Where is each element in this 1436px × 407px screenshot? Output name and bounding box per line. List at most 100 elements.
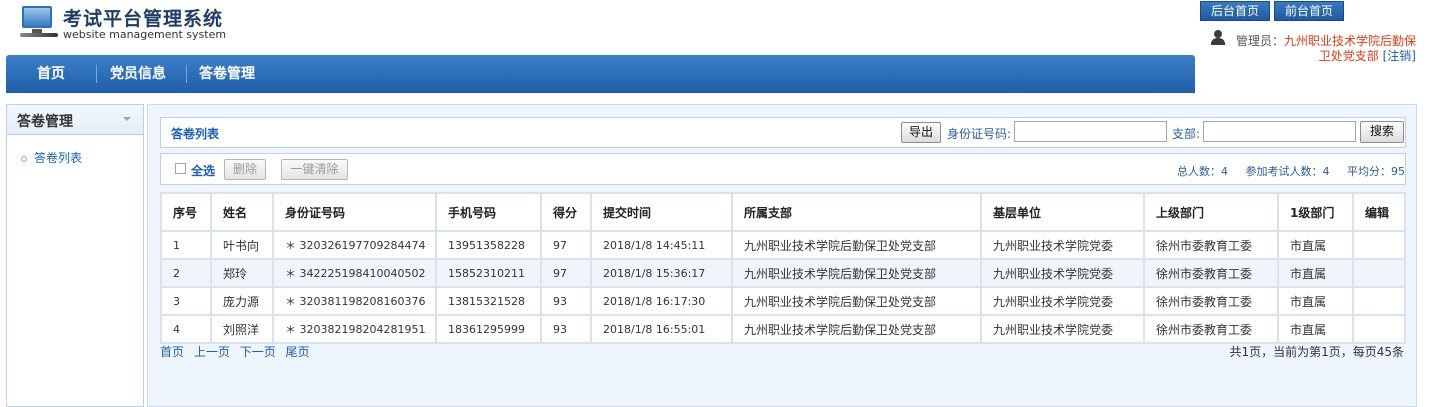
cell-superior-dept: 徐州市委教育工委 — [1143, 286, 1279, 316]
column-header[interactable]: 姓名 — [210, 192, 274, 232]
chevron-down-icon[interactable] — [123, 117, 131, 121]
id-number-label: 身份证号码: — [947, 127, 1012, 141]
nav-divider — [186, 65, 187, 83]
column-header[interactable]: 身份证号码 — [272, 192, 437, 232]
participant-count: 参加考试人数：4 — [1245, 165, 1330, 178]
user-role-label: 管理员： — [1236, 34, 1285, 48]
panel-title: 答卷列表 — [171, 127, 220, 141]
cell-id-number: ＊ 320381198208160376 — [272, 286, 437, 316]
front-home-button[interactable]: 前台首页 — [1274, 1, 1344, 21]
cell-name: 庞力源 — [210, 286, 274, 316]
cell-unit: 九州职业技术学院党委 — [980, 314, 1145, 344]
cell-index: 1 — [160, 230, 212, 260]
branch-label: 支部: — [1172, 127, 1201, 141]
cell-branch: 九州职业技术学院后勤保卫处党支部 — [731, 286, 982, 316]
table-row[interactable]: 4 刘照洋 ＊ 320382198204281951 18361295999 9… — [160, 314, 1406, 344]
table-row[interactable]: 2 郑玲 ＊ 342225198410040502 15852310211 97… — [160, 258, 1406, 288]
cell-id-number: ＊ 320326197709284474 — [272, 230, 437, 260]
search-bar: 答卷列表 导出 身份证号码: 支部: 搜索 — [160, 117, 1406, 148]
first-page-link[interactable]: 首页 — [160, 345, 184, 359]
column-header[interactable]: 提交时间 — [590, 192, 733, 232]
clear-all-button[interactable]: 一键清除 — [281, 159, 348, 180]
column-header[interactable]: 得分 — [540, 192, 592, 232]
cell-submit-time: 2018/1/8 16:17:30 — [590, 286, 733, 316]
column-header[interactable]: 1级部门 — [1277, 192, 1354, 232]
cell-edit[interactable] — [1352, 314, 1406, 344]
column-header[interactable]: 编辑 — [1352, 192, 1406, 232]
answers-table: 序号 姓名 身份证号码 手机号码 得分 提交时间 所属支部 基层单位 上级部门 … — [160, 192, 1406, 344]
cell-edit[interactable] — [1352, 230, 1406, 260]
cell-superior-dept: 徐州市委教育工委 — [1143, 314, 1279, 344]
cell-phone: 13951358228 — [435, 230, 542, 260]
cell-edit[interactable] — [1352, 286, 1406, 316]
user-icon — [1210, 30, 1226, 46]
cell-submit-time: 2018/1/8 16:55:01 — [590, 314, 733, 344]
sidebar-title: 答卷管理 — [17, 114, 73, 130]
select-all-checkbox[interactable] — [175, 163, 186, 174]
cell-id-number: ＊ 320382198204281951 — [272, 314, 437, 344]
pagination: 首页 上一页 下一页 尾页 — [160, 343, 316, 360]
last-page-link[interactable]: 尾页 — [286, 345, 310, 359]
cell-level1-dept: 市直属 — [1277, 286, 1354, 316]
main-nav: 首页 党员信息 答卷管理 — [6, 55, 1195, 93]
delete-button[interactable]: 删除 — [224, 159, 266, 180]
nav-item-member-info[interactable]: 党员信息 — [110, 55, 166, 93]
user-dept-line1: 九州职业技术学院后勤保 — [1284, 34, 1417, 48]
table-row[interactable]: 3 庞力源 ＊ 320381198208160376 13815321528 9… — [160, 286, 1406, 316]
cell-name: 刘照洋 — [210, 314, 274, 344]
table-row[interactable]: 1 叶书向 ＊ 320326197709284474 13951358228 9… — [160, 230, 1406, 260]
page-edge — [1422, 104, 1436, 407]
logout-link[interactable]: [注销] — [1383, 49, 1416, 63]
cell-score: 97 — [540, 230, 592, 260]
search-button[interactable]: 搜索 — [1360, 121, 1404, 143]
cell-superior-dept: 徐州市委教育工委 — [1143, 258, 1279, 288]
column-header[interactable]: 上级部门 — [1143, 192, 1279, 232]
cell-score: 93 — [540, 286, 592, 316]
id-number-input[interactable] — [1014, 121, 1167, 142]
column-header[interactable]: 序号 — [160, 192, 212, 232]
back-home-button[interactable]: 后台首页 — [1200, 1, 1270, 21]
cell-submit-time: 2018/1/8 14:45:11 — [590, 230, 733, 260]
nav-item-home[interactable]: 首页 — [37, 55, 65, 93]
action-bar: 全选 删除 一键清除 总人数：4 参加考试人数：4 平均分：95 — [160, 153, 1406, 185]
cell-submit-time: 2018/1/8 15:36:17 — [590, 258, 733, 288]
cell-phone: 13815321528 — [435, 286, 542, 316]
cell-phone: 18361295999 — [435, 314, 542, 344]
cell-index: 3 — [160, 286, 212, 316]
cell-level1-dept: 市直属 — [1277, 314, 1354, 344]
export-button[interactable]: 导出 — [901, 122, 941, 143]
summary-stats: 总人数：4 参加考试人数：4 平均分：95 — [1163, 163, 1405, 179]
next-page-link[interactable]: 下一页 — [240, 345, 276, 359]
branch-input[interactable] — [1203, 121, 1356, 142]
monitor-logo-icon — [20, 4, 60, 38]
cell-unit: 九州职业技术学院党委 — [980, 258, 1145, 288]
column-header[interactable]: 所属支部 — [731, 192, 982, 232]
nav-item-answer-management[interactable]: 答卷管理 — [199, 55, 255, 93]
user-dept-line2: 卫处党支部 — [1318, 49, 1379, 63]
cell-index: 4 — [160, 314, 212, 344]
cell-edit[interactable] — [1352, 258, 1406, 288]
average-score: 平均分：95 — [1347, 165, 1405, 178]
select-all-label[interactable]: 全选 — [191, 162, 215, 179]
cell-score: 93 — [540, 314, 592, 344]
cell-level1-dept: 市直属 — [1277, 258, 1354, 288]
prev-page-link[interactable]: 上一页 — [194, 345, 230, 359]
page-info: 共1页，当前为第1页，每页45条 — [1229, 345, 1404, 359]
bullet-icon — [21, 155, 27, 162]
column-header[interactable]: 手机号码 — [435, 192, 542, 232]
main-content: 答卷列表 导出 身份证号码: 支部: 搜索 全选 删除 一键清除 总人数：4 参… — [147, 104, 1417, 407]
cell-branch: 九州职业技术学院后勤保卫处党支部 — [731, 258, 982, 288]
cell-name: 郑玲 — [210, 258, 274, 288]
cell-index: 2 — [160, 258, 212, 288]
cell-unit: 九州职业技术学院党委 — [980, 230, 1145, 260]
cell-unit: 九州职业技术学院党委 — [980, 286, 1145, 316]
cell-id-number: ＊ 342225198410040502 — [272, 258, 437, 288]
sidebar-header[interactable]: 答卷管理 — [7, 105, 143, 135]
cell-branch: 九州职业技术学院后勤保卫处党支部 — [731, 230, 982, 260]
cell-level1-dept: 市直属 — [1277, 230, 1354, 260]
page-header: 考试平台管理系统 website management system 后台首页 … — [0, 0, 1436, 104]
cell-superior-dept: 徐州市委教育工委 — [1143, 230, 1279, 260]
cell-branch: 九州职业技术学院后勤保卫处党支部 — [731, 314, 982, 344]
sidebar-item-answer-list[interactable]: 答卷列表 — [21, 149, 82, 166]
column-header[interactable]: 基层单位 — [980, 192, 1145, 232]
